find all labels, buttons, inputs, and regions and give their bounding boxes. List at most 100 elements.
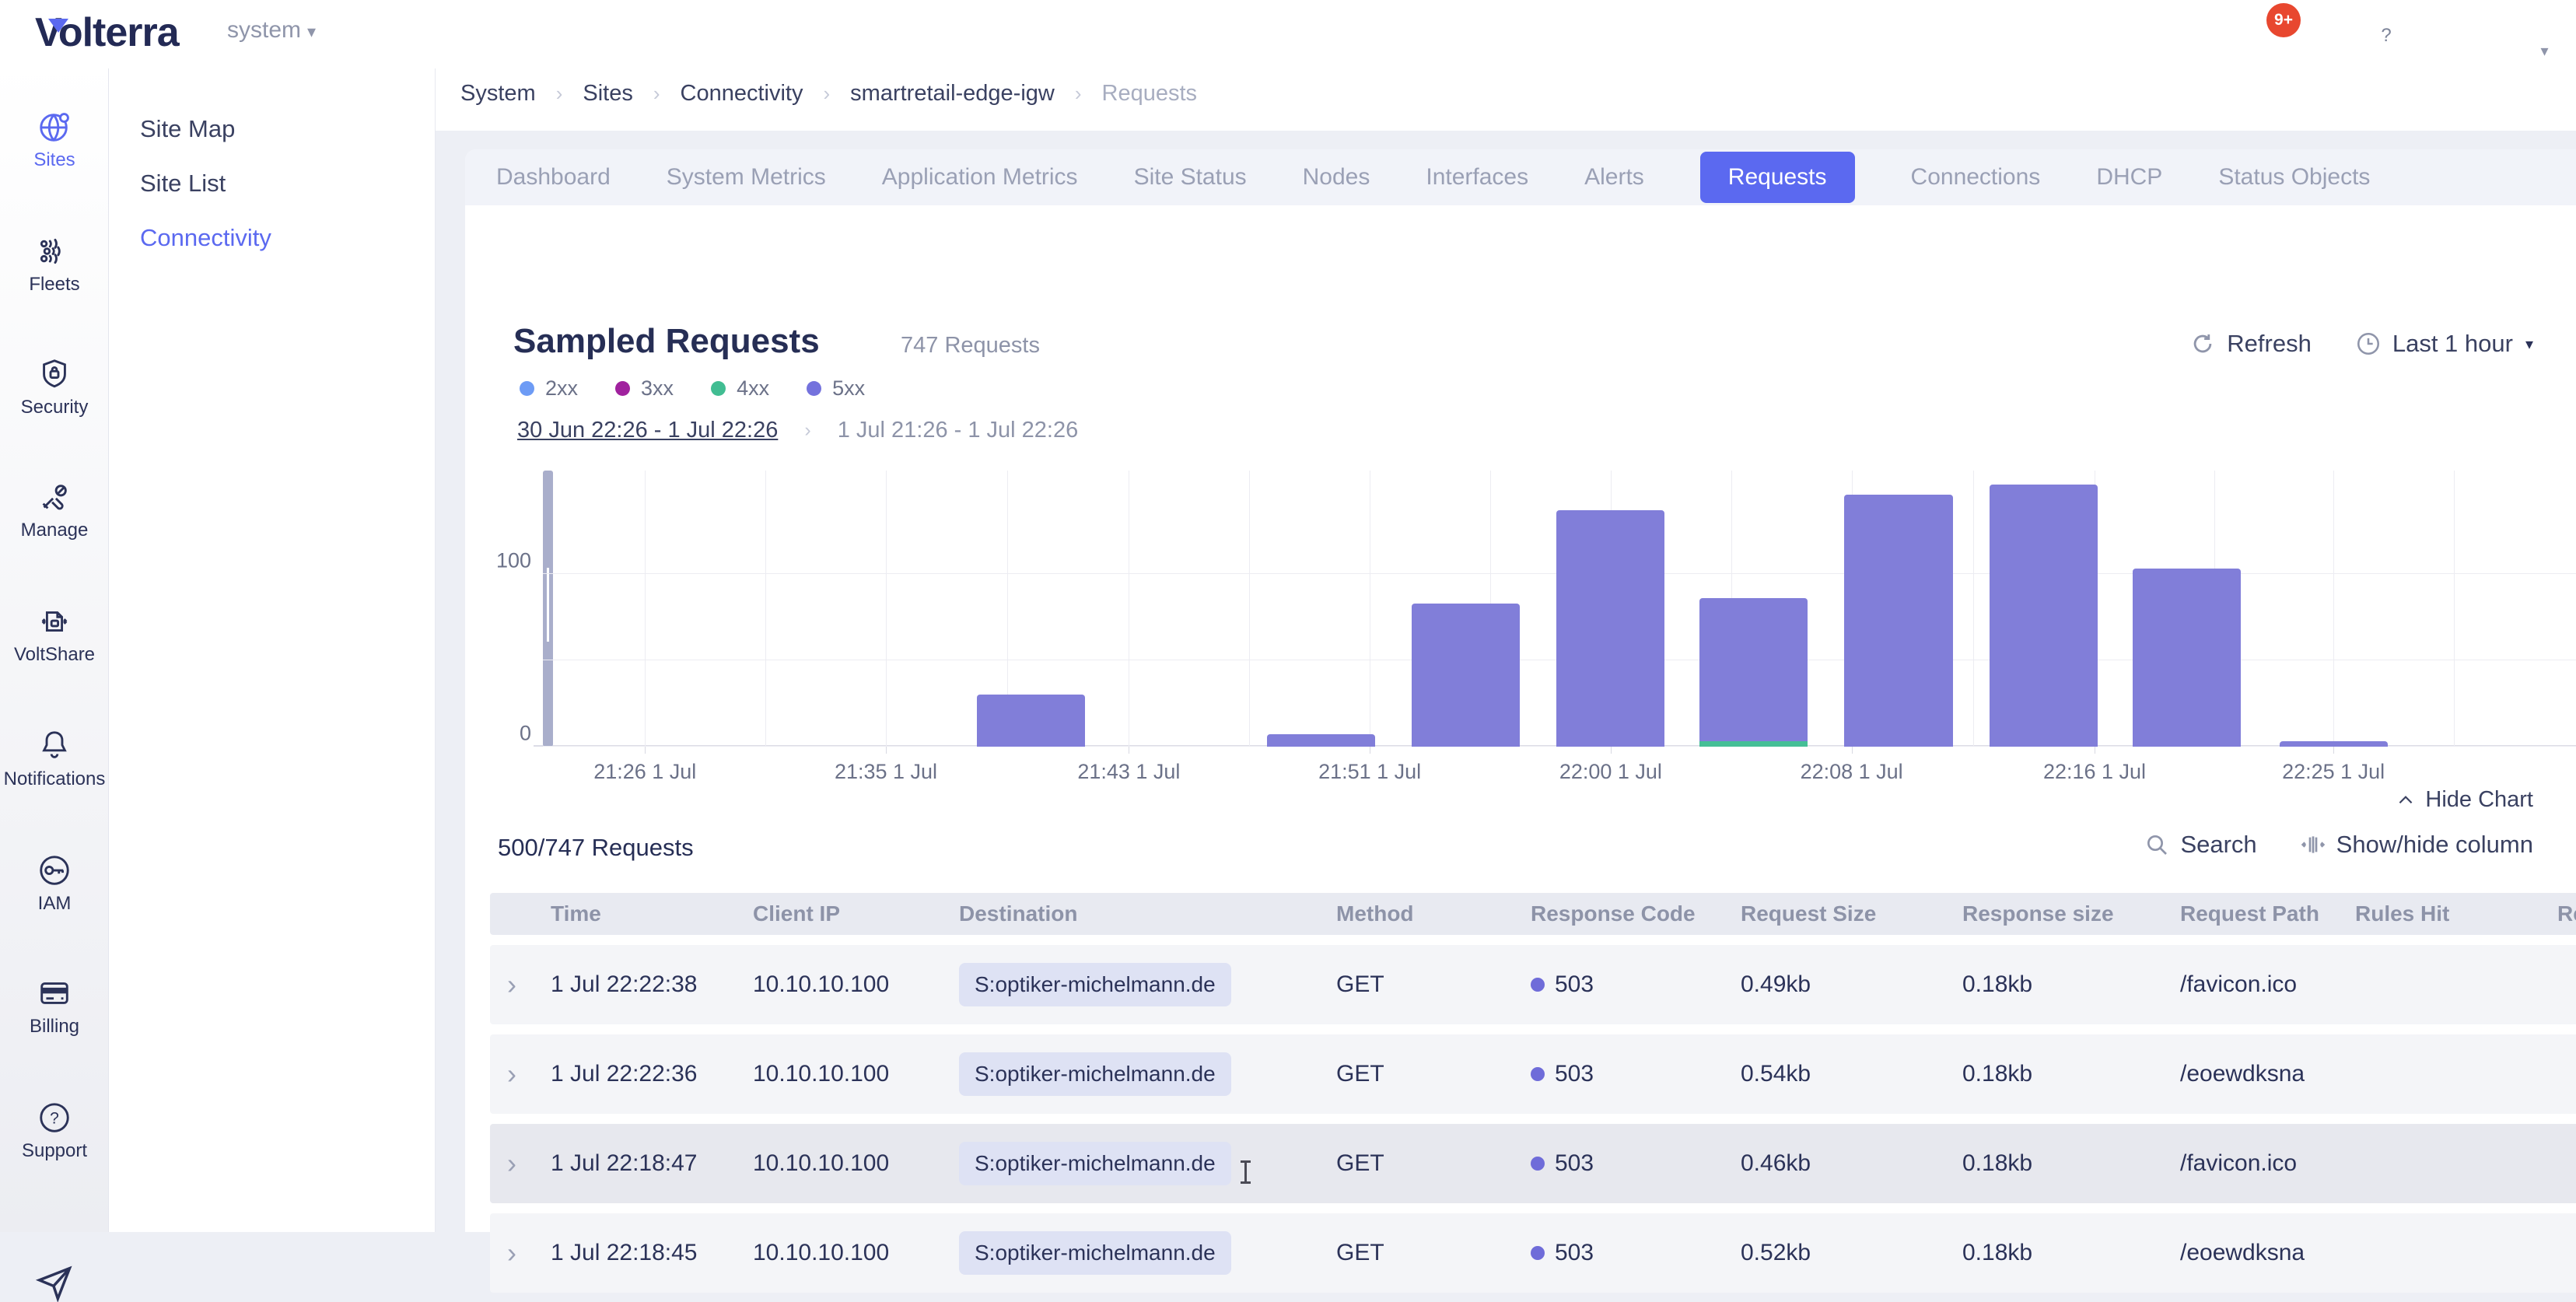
column-header-request-path[interactable]: Request Path bbox=[2166, 901, 2341, 926]
legend-item-4xx[interactable]: 4xx bbox=[711, 376, 769, 401]
column-header-client-ip[interactable]: Client IP bbox=[739, 901, 945, 926]
tab-alerts[interactable]: Alerts bbox=[1584, 164, 1644, 191]
bar-segment-4xx[interactable] bbox=[1699, 741, 1808, 747]
bar-segment-5xx[interactable] bbox=[977, 695, 1085, 747]
tab-dhcp[interactable]: DHCP bbox=[2096, 164, 2162, 191]
subnav-item-site-list[interactable]: Site List bbox=[140, 170, 226, 198]
destination-chip[interactable]: S:optiker-michelmann.de bbox=[959, 1052, 1231, 1096]
sidebar-item-security[interactable]: Security bbox=[0, 356, 109, 418]
tab-connections[interactable]: Connections bbox=[1911, 164, 2041, 191]
column-header-destination[interactable]: Destination bbox=[945, 901, 1322, 926]
refresh-button[interactable]: Refresh bbox=[2189, 330, 2312, 358]
legend-item-3xx[interactable]: 3xx bbox=[615, 376, 674, 401]
breadcrumb-item[interactable]: Sites bbox=[583, 81, 632, 107]
tenant-selector[interactable]: system▾ bbox=[227, 17, 316, 44]
destination-chip[interactable]: S:optiker-michelmann.de bbox=[959, 963, 1231, 1006]
response-code-value: 503 bbox=[1555, 1150, 1594, 1177]
column-header-time[interactable]: Time bbox=[537, 901, 739, 926]
bar-segment-5xx[interactable] bbox=[1990, 485, 2098, 747]
destination-chip[interactable]: S:optiker-michelmann.de bbox=[959, 1142, 1231, 1185]
notifications-button[interactable]: 9+ bbox=[2246, 16, 2284, 53]
subnav-item-connectivity[interactable]: Connectivity bbox=[140, 224, 271, 252]
sidebar-item-support[interactable]: ?Support bbox=[0, 1100, 109, 1162]
shield-lock-icon bbox=[37, 356, 72, 392]
cell-request-path: /favicon.ico bbox=[2166, 1150, 2341, 1177]
requests-table: TimeClient IPDestinationMethodResponse C… bbox=[490, 893, 2576, 1293]
tab-site-status[interactable]: Site Status bbox=[1134, 164, 1247, 191]
sidebar-item-sites[interactable]: Sites bbox=[0, 109, 109, 171]
row-expander-icon[interactable]: › bbox=[490, 1147, 537, 1180]
sidebar-item-iam[interactable]: IAM bbox=[0, 852, 109, 915]
column-header-rules-hit[interactable]: Rules Hit bbox=[2341, 901, 2543, 926]
parent-range-link[interactable]: 30 Jun 22:26 - 1 Jul 22:26 bbox=[517, 418, 778, 443]
bar-segment-5xx[interactable] bbox=[2280, 741, 2388, 747]
x-axis-tick-label: 22:25 1 Jul bbox=[2282, 760, 2385, 784]
bar-segment-5xx[interactable] bbox=[1699, 598, 1808, 741]
chevron-right-icon: › bbox=[653, 82, 660, 106]
breadcrumb-item[interactable]: Connectivity bbox=[681, 81, 803, 107]
cell-response-code: 503 bbox=[1517, 1150, 1727, 1177]
sidebar-item-label: Sites bbox=[33, 149, 75, 171]
table-row[interactable]: ›1 Jul 22:18:4710.10.10.100S:optiker-mic… bbox=[490, 1124, 2576, 1203]
legend-item-5xx[interactable]: 5xx bbox=[807, 376, 865, 401]
time-range-selector[interactable]: Last 1 hour ▾ bbox=[2355, 330, 2533, 358]
refresh-label: Refresh bbox=[2227, 330, 2312, 358]
column-header-request-size[interactable]: Request Size bbox=[1727, 901, 1948, 926]
bar-segment-5xx[interactable] bbox=[2133, 569, 2241, 747]
cell-method: GET bbox=[1322, 1061, 1517, 1087]
response-code-value: 503 bbox=[1555, 1240, 1594, 1266]
sidebar-item-fleets[interactable]: Fleets bbox=[0, 233, 109, 296]
gridline bbox=[886, 471, 887, 747]
row-expander-icon[interactable]: › bbox=[490, 1058, 537, 1090]
breadcrumb-item[interactable]: smartretail-edge-igw bbox=[850, 81, 1055, 107]
row-expander-icon[interactable]: › bbox=[490, 968, 537, 1001]
tab-requests[interactable]: Requests bbox=[1700, 152, 1855, 203]
showhide-column-label: Show/hide column bbox=[2336, 831, 2533, 859]
sidebar-item-manage[interactable]: Manage bbox=[0, 479, 109, 541]
tab-system-metrics[interactable]: System Metrics bbox=[667, 164, 826, 191]
bar-segment-5xx[interactable] bbox=[1844, 495, 1952, 747]
search-button[interactable]: Search bbox=[2144, 831, 2256, 859]
help-button[interactable]: ? bbox=[2368, 16, 2405, 53]
legend-item-2xx[interactable]: 2xx bbox=[520, 376, 578, 401]
sidebar-item-label: Support bbox=[22, 1140, 87, 1162]
sidebar-item-notifications[interactable]: Notifications bbox=[0, 728, 109, 790]
header-actions: 9+ ? ▾ bbox=[2246, 0, 2553, 68]
legend-dot-icon bbox=[520, 381, 534, 396]
column-header-re[interactable]: Re bbox=[2543, 901, 2576, 926]
tab-nodes[interactable]: Nodes bbox=[1303, 164, 1370, 191]
key-icon bbox=[37, 852, 72, 888]
breadcrumb-item[interactable]: System bbox=[460, 81, 536, 107]
user-menu[interactable]: ▾ bbox=[2489, 16, 2553, 53]
chevron-down-icon: ▾ bbox=[2525, 334, 2533, 354]
table-row[interactable]: ›1 Jul 22:18:4510.10.10.100S:optiker-mic… bbox=[490, 1213, 2576, 1293]
hide-chart-button[interactable]: Hide Chart bbox=[2396, 787, 2533, 813]
bar-segment-5xx[interactable] bbox=[1412, 604, 1520, 747]
volterra-logo[interactable]: Volterra bbox=[35, 8, 179, 58]
bar-segment-5xx[interactable] bbox=[1267, 734, 1375, 747]
column-header-method[interactable]: Method bbox=[1322, 901, 1517, 926]
bar-segment-5xx[interactable] bbox=[1556, 510, 1664, 747]
chevron-right-icon: › bbox=[556, 82, 563, 106]
paper-plane-icon[interactable] bbox=[34, 1262, 75, 1302]
column-header-response-code[interactable]: Response Code bbox=[1517, 901, 1727, 926]
sidebar-item-billing[interactable]: Billing bbox=[0, 975, 109, 1038]
destination-chip[interactable]: S:optiker-michelmann.de bbox=[959, 1231, 1231, 1275]
x-axis-tick bbox=[2333, 747, 2334, 754]
sidebar-item-voltshare[interactable]: VoltShare bbox=[0, 604, 109, 666]
tab-status-objects[interactable]: Status Objects bbox=[2218, 164, 2370, 191]
table-row[interactable]: ›1 Jul 22:22:3810.10.10.100S:optiker-mic… bbox=[490, 945, 2576, 1024]
column-header-response-size[interactable]: Response size bbox=[1948, 901, 2166, 926]
status-dot-icon bbox=[1531, 1067, 1545, 1081]
subnav-item-site-map[interactable]: Site Map bbox=[140, 115, 235, 143]
cell-time: 1 Jul 22:18:47 bbox=[537, 1150, 739, 1177]
tab-dashboard[interactable]: Dashboard bbox=[496, 164, 611, 191]
brush-handle-left[interactable] bbox=[543, 471, 553, 747]
tab-interfaces[interactable]: Interfaces bbox=[1426, 164, 1528, 191]
table-row[interactable]: ›1 Jul 22:22:3610.10.10.100S:optiker-mic… bbox=[490, 1034, 2576, 1114]
tab-application-metrics[interactable]: Application Metrics bbox=[882, 164, 1078, 191]
x-axis-tick-label: 21:43 1 Jul bbox=[1077, 760, 1180, 784]
row-expander-icon[interactable]: › bbox=[490, 1237, 537, 1269]
sidebar-item-label: Security bbox=[21, 397, 89, 418]
showhide-column-button[interactable]: Show/hide column bbox=[2301, 831, 2533, 859]
